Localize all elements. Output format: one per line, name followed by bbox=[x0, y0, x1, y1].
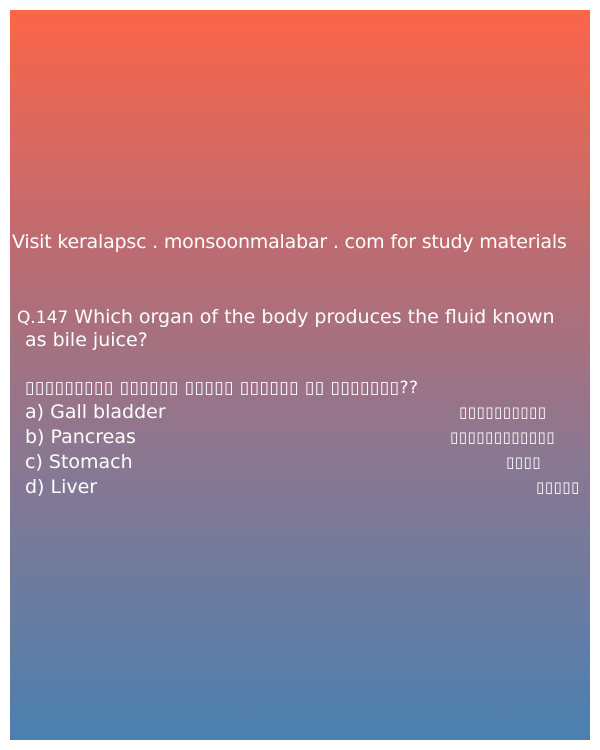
option-c-label: c) Stomach bbox=[25, 451, 133, 473]
option-b-label: b) Pancreas bbox=[25, 426, 136, 448]
option-d[interactable]: d) Liver ▯▯▯▯▯ bbox=[25, 475, 579, 500]
option-d-label: d) Liver bbox=[25, 476, 98, 498]
option-a-malayalam: ▯▯▯▯▯▯▯▯▯▯ bbox=[459, 403, 547, 421]
promo-text[interactable]: Visit keralapsc . monsoonmalabar . com f… bbox=[12, 229, 590, 255]
question-text-line-1: Which organ of the body produces the flu… bbox=[74, 306, 555, 328]
question-malayalam: ▯▯▯▯▯▯▯▯▯ ▯▯▯▯▯▯ ▯▯▯▯▯ ▯▯▯▯▯▯ ▯▯ ▯▯▯▯▯▯▯… bbox=[25, 378, 419, 398]
option-c[interactable]: c) Stomach ▯▯▯▯ bbox=[25, 450, 575, 475]
option-d-malayalam: ▯▯▯▯▯ bbox=[536, 478, 580, 496]
question-number: Q.147 bbox=[17, 308, 69, 328]
question-text-line-2: as bile juice? bbox=[25, 329, 148, 351]
question-card: Visit keralapsc . monsoonmalabar . com f… bbox=[10, 10, 590, 740]
option-b-malayalam: ▯▯▯▯▯▯▯▯▯▯▯▯ bbox=[450, 428, 556, 446]
option-a-label: a) Gall bladder bbox=[25, 401, 166, 423]
question-block: Q.147 Which organ of the body produces t… bbox=[17, 306, 585, 351]
option-a[interactable]: a) Gall bladder ▯▯▯▯▯▯▯▯▯▯ bbox=[25, 400, 575, 425]
question-line-1: Q.147 Which organ of the body produces t… bbox=[17, 306, 585, 329]
option-b[interactable]: b) Pancreas ▯▯▯▯▯▯▯▯▯▯▯▯ bbox=[25, 425, 575, 450]
option-c-malayalam: ▯▯▯▯ bbox=[506, 453, 542, 471]
